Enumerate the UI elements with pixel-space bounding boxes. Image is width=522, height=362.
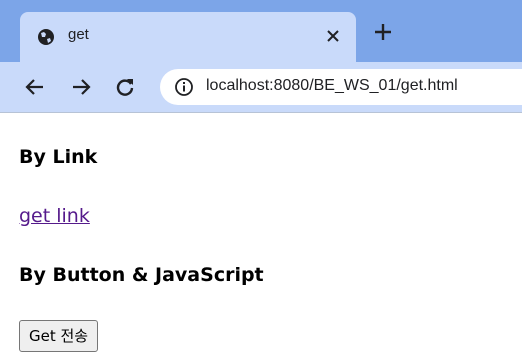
browser-toolbar: localhost:8080/BE_WS_01/get.html xyxy=(0,62,522,113)
globe-icon xyxy=(38,29,54,45)
get-submit-button[interactable]: Get 전송 xyxy=(19,320,99,352)
reload-icon[interactable] xyxy=(114,76,136,98)
link-heading: By Link xyxy=(19,146,98,168)
button-heading: By Button & JavaScript xyxy=(19,264,264,286)
tab-strip: get xyxy=(0,0,522,62)
plus-icon[interactable] xyxy=(372,21,394,43)
tab-title: get xyxy=(68,26,89,43)
browser-tab-active[interactable]: get xyxy=(20,12,356,62)
url-text: localhost:8080/BE_WS_01/get.html xyxy=(206,77,458,94)
close-icon[interactable] xyxy=(324,27,342,45)
arrow-right-icon[interactable] xyxy=(70,76,92,98)
info-icon[interactable] xyxy=(174,77,194,97)
get-link[interactable]: get link xyxy=(19,205,90,227)
address-bar[interactable]: localhost:8080/BE_WS_01/get.html xyxy=(160,69,522,105)
arrow-left-icon[interactable] xyxy=(24,76,46,98)
page-content: By Link get link By Button & JavaScript … xyxy=(0,113,522,362)
